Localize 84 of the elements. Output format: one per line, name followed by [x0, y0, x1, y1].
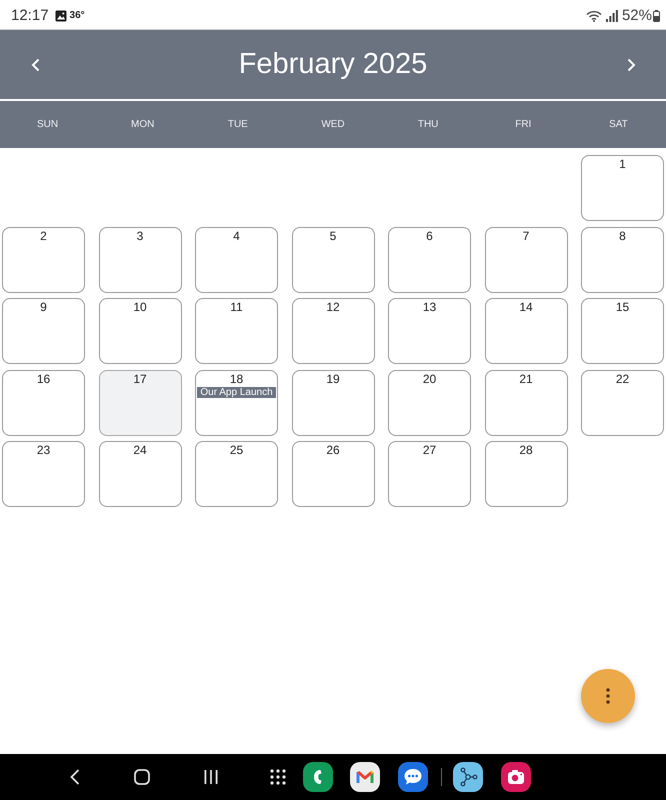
day-cell[interactable]: 15 [581, 298, 664, 364]
event-label[interactable]: Our App Launch [197, 386, 276, 398]
image-icon [54, 10, 67, 22]
temperature-text: 36° [70, 10, 85, 21]
day-cell[interactable]: 16 [2, 370, 85, 436]
day-number: 7 [522, 228, 530, 242]
day-number: 25 [230, 443, 244, 457]
day-cell[interactable]: 11 [195, 298, 278, 364]
more-vertical-icon [606, 688, 610, 704]
apps-grid-icon[interactable] [270, 769, 286, 785]
day-cell[interactable]: 7 [484, 226, 568, 292]
phone-icon[interactable] [303, 762, 333, 792]
day-number: 24 [133, 443, 147, 457]
chat-icon[interactable] [398, 762, 428, 792]
battery-icon [653, 10, 660, 22]
day-cell[interactable]: 21 [484, 370, 568, 436]
day-cell[interactable]: 9 [2, 298, 85, 364]
weekday-label: THU [418, 119, 438, 130]
day-number: 19 [326, 372, 340, 386]
day-number: 2 [40, 228, 47, 242]
weekday-label: SUN [37, 119, 58, 130]
day-number: 15 [616, 300, 630, 314]
day-number: 9 [40, 300, 47, 314]
chevron-left-icon [30, 58, 40, 72]
day-cell[interactable]: 10 [98, 298, 182, 364]
day-cell[interactable]: 20 [388, 370, 471, 436]
mail-icon[interactable] [350, 762, 380, 792]
day-number: 23 [36, 443, 50, 457]
day-cell[interactable]: 6 [388, 226, 471, 292]
day-cell[interactable]: 23 [2, 441, 85, 507]
back-icon[interactable] [70, 769, 80, 785]
day-number: 6 [426, 228, 433, 242]
day-number: 1 [619, 157, 626, 171]
day-number: 28 [519, 443, 533, 457]
day-cell[interactable]: 24 [98, 441, 182, 507]
day-number: 4 [233, 228, 240, 242]
day-cell[interactable]: 28 [484, 441, 568, 507]
day-number: 8 [619, 228, 626, 242]
day-number: 20 [422, 372, 436, 386]
home-icon[interactable] [134, 769, 150, 785]
day-number: 18 [230, 372, 244, 386]
chevron-right-icon [626, 58, 636, 72]
day-cell[interactable]: 13 [388, 298, 471, 364]
month-title: February 2025 [238, 48, 428, 81]
day-cell[interactable]: 1 [581, 155, 664, 221]
day-number: 13 [422, 300, 436, 314]
day-cell[interactable]: 3 [98, 226, 182, 292]
signal-icon [606, 10, 618, 22]
day-number: 27 [422, 443, 436, 457]
day-number: 10 [133, 300, 147, 314]
day-cell[interactable]: 2 [2, 226, 85, 292]
day-number: 12 [326, 300, 340, 314]
connected-nodes-icon[interactable] [453, 762, 483, 792]
day-cell[interactable]: 4 [195, 226, 278, 292]
day-number: 14 [519, 300, 533, 314]
day-number: 17 [133, 372, 147, 386]
day-cell[interactable]: 26 [292, 441, 374, 507]
day-cell[interactable]: 8 [581, 226, 664, 292]
day-cell[interactable]: 18 Our App Launch [195, 370, 278, 436]
camera-icon[interactable] [501, 762, 531, 792]
weekday-label: SAT [609, 119, 628, 130]
battery-percent: 52% [622, 7, 652, 24]
day-number: 22 [616, 372, 630, 386]
day-cell[interactable]: 14 [484, 298, 568, 364]
weekday-label: TUE [228, 119, 248, 130]
day-cell[interactable]: 25 [195, 441, 278, 507]
day-cell[interactable]: 5 [292, 226, 374, 292]
day-number: 5 [330, 228, 336, 242]
day-cell[interactable]: 22 [581, 370, 664, 436]
day-cell[interactable]: 12 [292, 298, 374, 364]
wifi-icon [586, 10, 602, 22]
weekday-label: WED [321, 119, 345, 130]
weekday-label: FRI [515, 119, 532, 130]
day-number: 3 [136, 228, 144, 242]
day-number: 21 [519, 372, 533, 386]
day-number: 26 [326, 443, 340, 457]
day-number: 11 [230, 300, 243, 314]
day-number: 16 [36, 372, 50, 386]
weekday-label: MON [131, 119, 154, 130]
day-cell[interactable]: 27 [388, 441, 471, 507]
today-day-cell[interactable]: 17 [98, 370, 182, 436]
recent-apps-icon[interactable] [204, 770, 218, 784]
clock-time: 12:17 [11, 7, 49, 24]
day-cell[interactable]: 19 [292, 370, 374, 436]
